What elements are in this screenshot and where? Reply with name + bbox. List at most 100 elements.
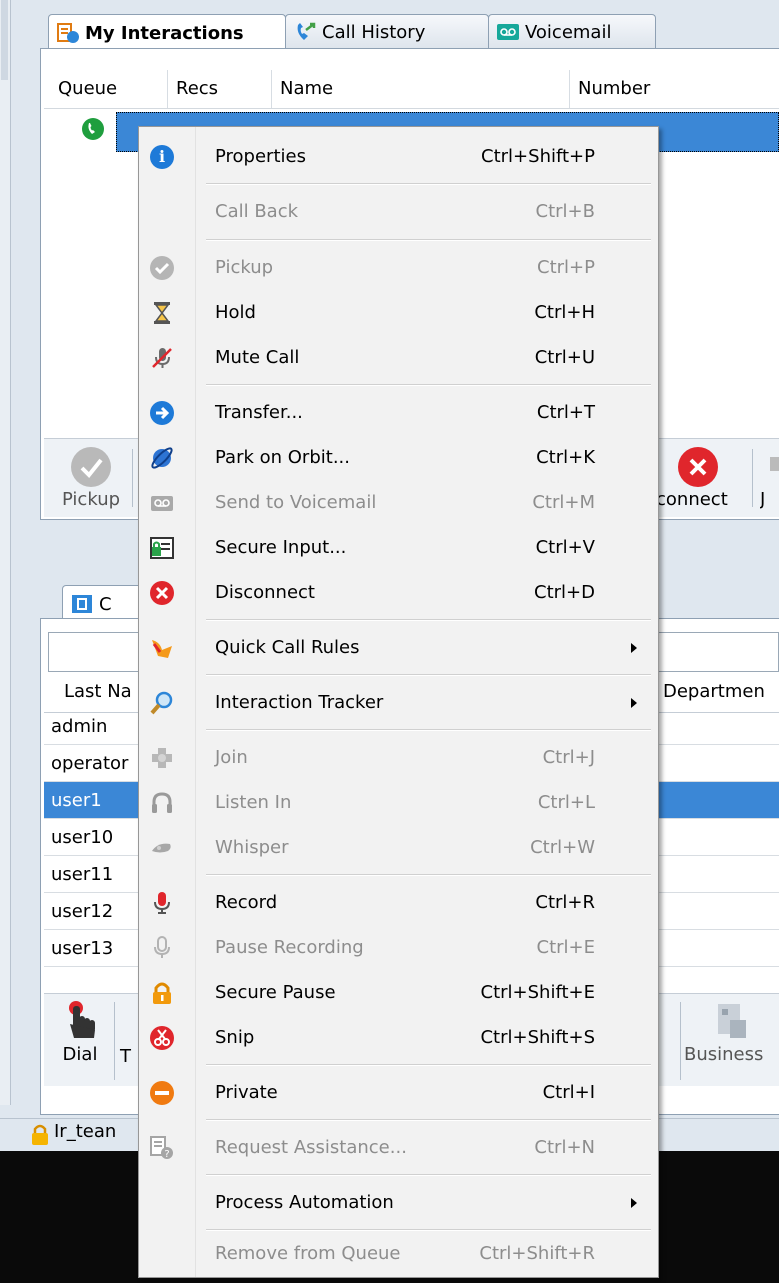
column-department[interactable]: Departmen xyxy=(654,672,779,712)
tab-call-history-label: Call History xyxy=(322,21,426,43)
checkmark-icon xyxy=(71,447,111,487)
request-assistance-icon: ? xyxy=(150,1136,174,1160)
disconnect-label: connect xyxy=(656,489,728,510)
menu-separator xyxy=(206,1174,651,1176)
menu-item-secure-input[interactable]: Secure Input... Ctrl+V xyxy=(140,525,657,571)
column-name[interactable]: Name xyxy=(272,70,570,108)
menu-separator xyxy=(206,674,651,676)
magnifier-icon xyxy=(150,691,174,715)
window-edge-scrollbar[interactable] xyxy=(0,0,11,1105)
business-button[interactable]: Business xyxy=(684,1000,779,1065)
context-menu: i Properties Ctrl+Shift+P Call Back Ctrl… xyxy=(138,126,659,1278)
svg-text:?: ? xyxy=(164,1149,169,1160)
menu-item-mute-call[interactable]: Mute Call Ctrl+U xyxy=(140,335,657,381)
padlock-icon xyxy=(150,981,174,1005)
menu-item-call-back[interactable]: Call Back Ctrl+B xyxy=(140,189,657,235)
voicemail-icon xyxy=(150,491,174,515)
hourglass-icon xyxy=(150,301,174,325)
submenu-arrow-icon xyxy=(631,643,637,653)
mute-mic-icon xyxy=(150,346,174,370)
business-card-icon xyxy=(712,1000,752,1044)
menu-item-disconnect[interactable]: Disconnect Ctrl+D xyxy=(140,570,657,616)
transfer-arrow-icon xyxy=(150,401,174,425)
toolbar-divider xyxy=(114,1002,115,1080)
dial-hand-icon xyxy=(60,1000,100,1044)
scrollbar-thumb[interactable] xyxy=(1,0,8,80)
tab-call-history[interactable]: Call History xyxy=(285,14,489,49)
phone-status-icon xyxy=(82,118,104,140)
menu-separator xyxy=(206,619,651,621)
tab-voicemail[interactable]: Voicemail xyxy=(488,14,656,49)
toolbar-divider xyxy=(132,449,133,507)
toolbar-divider xyxy=(752,449,753,507)
pickup-label: Pickup xyxy=(61,489,121,510)
menu-item-listen-in[interactable]: Listen In Ctrl+L xyxy=(140,780,657,826)
disconnect-button[interactable]: connect xyxy=(656,447,748,510)
secure-input-icon xyxy=(150,536,174,560)
disconnect-icon xyxy=(678,447,718,487)
menu-item-join[interactable]: Join Ctrl+J xyxy=(140,735,657,781)
interactions-icon xyxy=(57,22,79,44)
column-number[interactable]: Number xyxy=(570,70,779,108)
column-queue[interactable]: Queue xyxy=(50,70,168,108)
quick-call-rules-icon xyxy=(150,636,174,660)
scissors-icon xyxy=(150,1026,174,1050)
menu-item-pause-recording[interactable]: Pause Recording Ctrl+E xyxy=(140,925,657,971)
padlock-icon xyxy=(30,1123,50,1145)
status-text: Ir_tean xyxy=(54,1121,117,1142)
submenu-arrow-icon xyxy=(631,698,637,708)
interactions-grid-header: Queue Recs Name Number xyxy=(44,70,779,109)
whisper-icon xyxy=(150,836,174,860)
voicemail-icon xyxy=(497,21,519,43)
call-history-icon xyxy=(294,21,316,43)
menu-separator xyxy=(206,874,651,876)
menu-item-secure-pause[interactable]: Secure Pause Ctrl+Shift+E xyxy=(140,970,657,1016)
checkmark-icon xyxy=(150,256,174,280)
menu-item-interaction-tracker[interactable]: Interaction Tracker xyxy=(140,680,657,726)
tab-directory-label: C xyxy=(99,593,112,615)
toolbar-divider xyxy=(680,1002,681,1080)
business-label: Business xyxy=(684,1044,764,1065)
tab-my-interactions-label: My Interactions xyxy=(85,22,244,44)
menu-item-quick-call-rules[interactable]: Quick Call Rules xyxy=(140,625,657,671)
menu-item-snip[interactable]: Snip Ctrl+Shift+S xyxy=(140,1015,657,1061)
menu-separator xyxy=(206,729,651,731)
transfer-button[interactable]: T xyxy=(120,1046,138,1067)
join-label: J xyxy=(760,489,766,510)
menu-item-transfer[interactable]: Transfer... Ctrl+T xyxy=(140,390,657,436)
menu-item-pickup[interactable]: Pickup Ctrl+P xyxy=(140,245,657,291)
directory-icon xyxy=(71,593,93,615)
menu-item-process-automation[interactable]: Process Automation xyxy=(140,1180,657,1226)
menu-item-whisper[interactable]: Whisper Ctrl+W xyxy=(140,825,657,871)
transfer-label: T xyxy=(120,1046,131,1067)
column-recs[interactable]: Recs xyxy=(168,70,272,108)
info-icon: i xyxy=(150,145,174,169)
pause-mic-icon xyxy=(150,936,174,960)
dial-label: Dial xyxy=(62,1044,98,1065)
menu-separator xyxy=(206,1064,651,1066)
join-icon xyxy=(150,746,174,770)
menu-item-park-on-orbit[interactable]: Park on Orbit... Ctrl+K xyxy=(140,435,657,481)
tab-my-interactions[interactable]: My Interactions xyxy=(48,14,286,51)
dial-button[interactable]: Dial xyxy=(50,1000,110,1065)
menu-item-remove-from-queue[interactable]: Remove from Queue Ctrl+Shift+R xyxy=(140,1231,657,1277)
record-mic-icon xyxy=(150,891,174,915)
disconnect-icon xyxy=(150,581,174,605)
menu-item-private[interactable]: Private Ctrl+I xyxy=(140,1070,657,1116)
menu-item-record[interactable]: Record Ctrl+R xyxy=(140,880,657,926)
join-icon xyxy=(770,457,779,471)
pickup-button[interactable]: Pickup xyxy=(56,447,126,510)
menu-separator xyxy=(206,1119,651,1121)
menu-item-send-to-voicemail[interactable]: Send to Voicemail Ctrl+M xyxy=(140,480,657,526)
menu-separator xyxy=(206,239,651,241)
menu-item-hold[interactable]: Hold Ctrl+H xyxy=(140,290,657,336)
submenu-arrow-icon xyxy=(631,1198,637,1208)
menu-item-request-assistance[interactable]: ? Request Assistance... Ctrl+N xyxy=(140,1125,657,1171)
menu-separator xyxy=(206,183,651,185)
menu-item-properties[interactable]: i Properties Ctrl+Shift+P xyxy=(140,134,657,180)
private-icon xyxy=(150,1081,174,1105)
join-button[interactable]: J xyxy=(760,447,779,510)
tab-voicemail-label: Voicemail xyxy=(525,21,612,43)
orbit-icon xyxy=(150,446,174,470)
headphones-icon xyxy=(150,791,174,815)
